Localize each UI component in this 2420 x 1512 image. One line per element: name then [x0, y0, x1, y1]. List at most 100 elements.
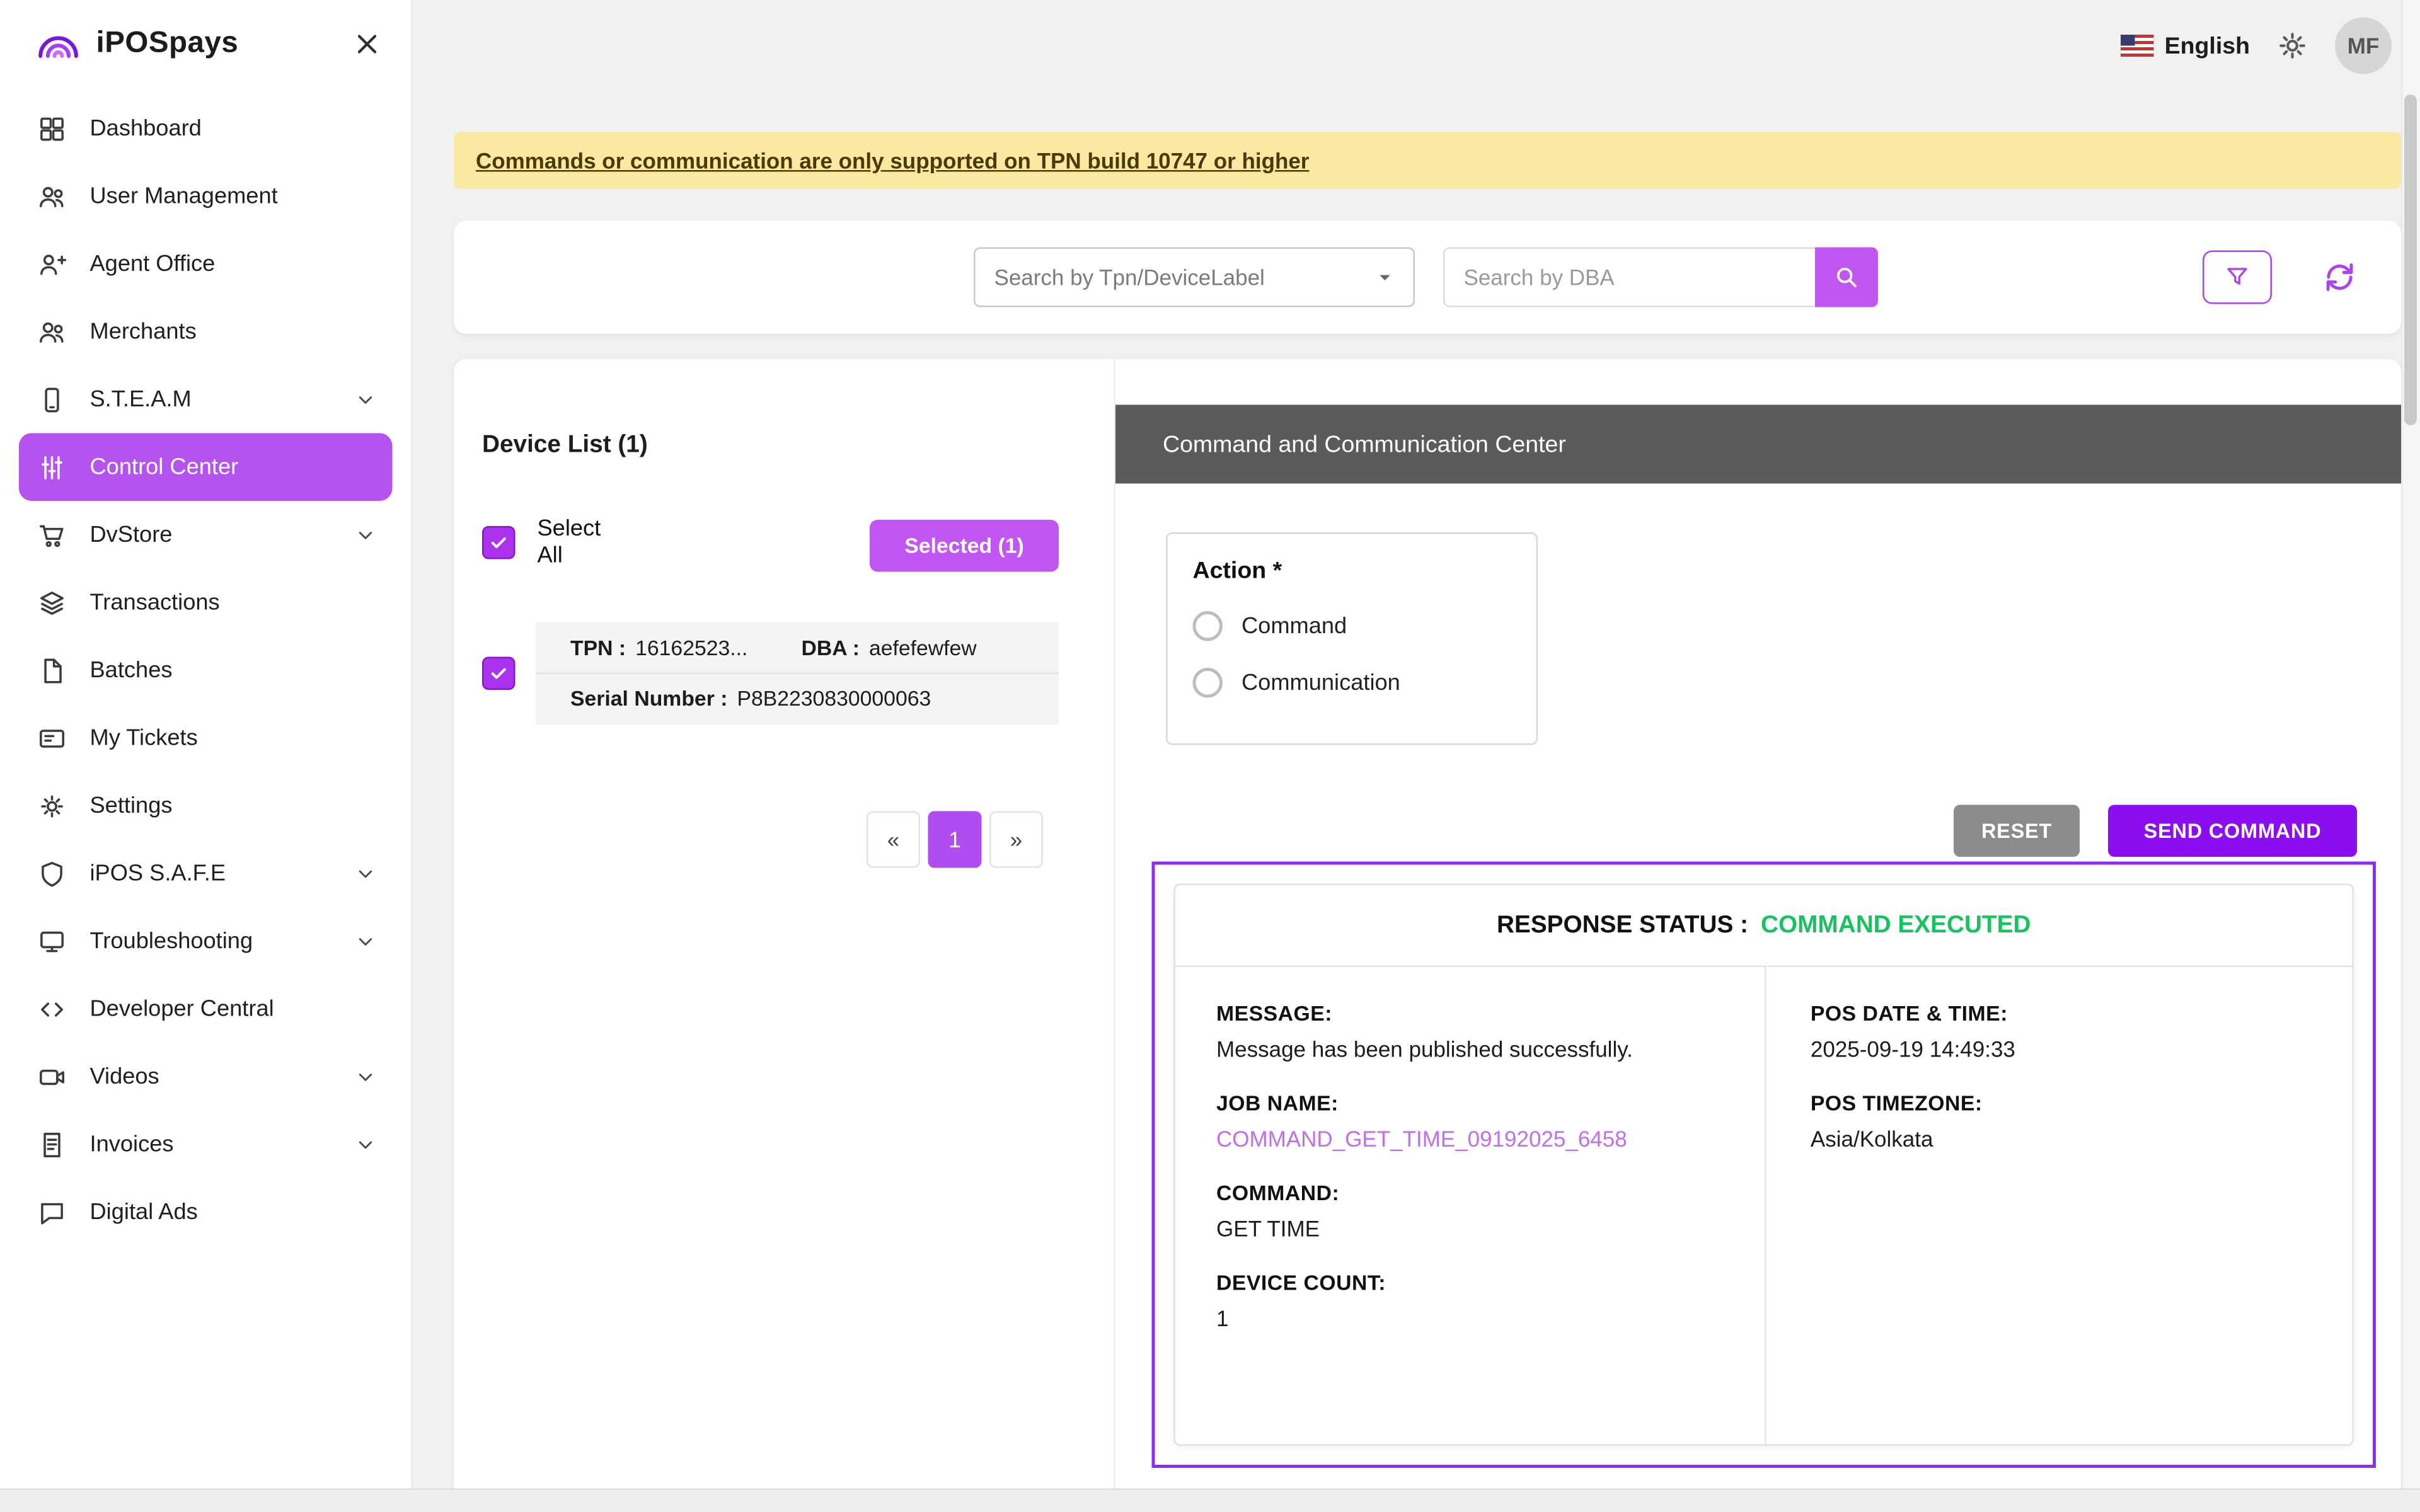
- command-center-title: Command and Communication Center: [1163, 431, 1566, 458]
- radio-row-command[interactable]: Command: [1193, 611, 1511, 641]
- pos-timezone-value: Asia/Kolkata: [1811, 1126, 2308, 1152]
- sidebar-item-dvstore[interactable]: DvStore: [19, 501, 393, 569]
- sidebar-item-steam[interactable]: S.T.E.A.M: [19, 365, 393, 433]
- monitor-icon: [35, 924, 69, 958]
- close-sidebar-button[interactable]: [349, 25, 386, 63]
- brand-name: iPOSpays: [96, 27, 239, 62]
- tpn-build-banner: Commands or communication are only suppo…: [454, 132, 2401, 189]
- sidebar-item-my-tickets[interactable]: My Tickets: [19, 704, 393, 772]
- command-center-header: Command and Communication Center: [1115, 405, 2401, 484]
- device-line-serial: Serial Number : P8B2230830000063: [536, 674, 1059, 724]
- sidebar-item-troubleshooting[interactable]: Troubleshooting: [19, 907, 393, 975]
- selected-count-button[interactable]: Selected (1): [870, 520, 1059, 572]
- topbar: English MF: [413, 0, 2420, 91]
- us-flag-icon: [2121, 35, 2154, 57]
- filter-button[interactable]: [2203, 251, 2272, 304]
- response-right-column: POS DATE & TIME: 2025-09-19 14:49:33 POS…: [1766, 967, 2353, 1445]
- pagination-prev-button[interactable]: «: [867, 811, 920, 868]
- message-label: MESSAGE:: [1216, 1002, 1724, 1026]
- merchants-icon: [35, 314, 69, 349]
- field-message: MESSAGE: Message has been published succ…: [1216, 1002, 1724, 1062]
- job-name-link[interactable]: COMMAND_GET_TIME_09192025_6458: [1216, 1126, 1724, 1152]
- avatar[interactable]: MF: [2335, 18, 2392, 74]
- device-count-label: DEVICE COUNT:: [1216, 1271, 1724, 1295]
- sidebar-item-agent-office[interactable]: Agent Office: [19, 230, 393, 298]
- radio-row-communication[interactable]: Communication: [1193, 668, 1511, 698]
- sidebar-item-ipos-safe[interactable]: iPOS S.A.F.E: [19, 840, 393, 908]
- vertical-scrollbar-thumb[interactable]: [2404, 94, 2417, 425]
- video-icon: [35, 1059, 69, 1094]
- sidebar-item-label: Transactions: [90, 590, 220, 615]
- sidebar-item-label: Agent Office: [90, 251, 216, 277]
- reset-button[interactable]: RESET: [1954, 805, 2080, 857]
- check-icon: [488, 532, 509, 553]
- pagination-page-1[interactable]: 1: [928, 811, 982, 868]
- radio-communication[interactable]: [1193, 668, 1223, 698]
- logo-arcs-icon: [32, 25, 85, 63]
- ticket-icon: [35, 721, 69, 755]
- message-value: Message has been published successfully.: [1216, 1036, 1724, 1062]
- tpn-search-dropdown[interactable]: Search by Tpn/DeviceLabel: [974, 248, 1415, 307]
- device-list-panel: Device List (1) Select All Selected (1) …: [454, 359, 1115, 1512]
- sidebar-item-label: iPOS S.A.F.E: [90, 861, 226, 886]
- filter-funnel-icon: [2223, 263, 2252, 292]
- sidebar-item-batches[interactable]: Batches: [19, 636, 393, 704]
- response-body: MESSAGE: Message has been published succ…: [1175, 967, 2353, 1445]
- command-value: GET TIME: [1216, 1216, 1724, 1241]
- avatar-initials: MF: [2348, 33, 2380, 59]
- horizontal-scrollbar[interactable]: [0, 1489, 2420, 1512]
- device-row: TPN : 16162523... DBA : aefefewfew Seria…: [482, 622, 1059, 725]
- tpn-label: TPN :: [570, 636, 626, 660]
- sidebar-item-dashboard[interactable]: Dashboard: [19, 94, 393, 163]
- gear-icon: [2275, 28, 2310, 63]
- refresh-icon: [2319, 257, 2360, 298]
- sidebar-item-label: Control Center: [90, 454, 239, 479]
- chat-icon: [35, 1194, 69, 1229]
- chevron-down-icon: [355, 1065, 377, 1087]
- refresh-button[interactable]: [2310, 248, 2370, 307]
- sidebar-item-settings[interactable]: Settings: [19, 772, 393, 840]
- check-icon: [488, 663, 509, 684]
- sidebar-item-user-management[interactable]: User Management: [19, 163, 393, 231]
- sidebar-item-control-center[interactable]: Control Center: [19, 433, 393, 501]
- users-icon: [35, 179, 69, 214]
- command-label: COMMAND:: [1216, 1181, 1724, 1205]
- pos-datetime-label: POS DATE & TIME:: [1811, 1002, 2308, 1026]
- device-checkbox[interactable]: [482, 657, 516, 690]
- sidebar-item-label: Troubleshooting: [90, 929, 253, 954]
- sidebar-item-merchants[interactable]: Merchants: [19, 298, 393, 366]
- sidebar-item-label: Developer Central: [90, 996, 274, 1021]
- chevron-down-icon: [355, 524, 377, 546]
- content-card: Device List (1) Select All Selected (1) …: [454, 359, 2401, 1512]
- pagination-next-button[interactable]: »: [989, 811, 1043, 868]
- sidebar-item-digital-ads[interactable]: Digital Ads: [19, 1178, 393, 1246]
- serial-value: P8B2230830000063: [737, 687, 931, 711]
- settings-gear-button[interactable]: [2275, 28, 2310, 63]
- pos-timezone-label: POS TIMEZONE:: [1811, 1092, 2308, 1116]
- response-left-column: MESSAGE: Message has been published succ…: [1175, 967, 1766, 1445]
- sidebar-item-invoices[interactable]: Invoices: [19, 1111, 393, 1179]
- sidebar-item-label: Invoices: [90, 1131, 174, 1157]
- chevron-down-icon: [1373, 265, 1398, 290]
- send-command-button[interactable]: SEND COMMAND: [2108, 805, 2357, 857]
- sidebar-item-label: Settings: [90, 793, 173, 818]
- device-info-box[interactable]: TPN : 16162523... DBA : aefefewfew Seria…: [536, 622, 1059, 725]
- vertical-scrollbar[interactable]: [2401, 0, 2420, 1489]
- sidebar-item-developer-central[interactable]: Developer Central: [19, 975, 393, 1043]
- language-selector[interactable]: English: [2121, 32, 2250, 59]
- mobile-icon: [35, 382, 69, 416]
- sidebar-item-transactions[interactable]: Transactions: [19, 569, 393, 637]
- banner-link[interactable]: Commands or communication are only suppo…: [476, 148, 1309, 173]
- radio-command[interactable]: [1193, 611, 1223, 641]
- search-button[interactable]: [1815, 248, 1878, 307]
- tpn-search-placeholder: Search by Tpn/DeviceLabel: [994, 265, 1265, 290]
- response-card: RESPONSE STATUS : COMMAND EXECUTED MESSA…: [1174, 884, 2354, 1446]
- dba-search-input[interactable]: [1443, 248, 1815, 307]
- field-command: COMMAND: GET TIME: [1216, 1181, 1724, 1241]
- gear-icon: [35, 788, 69, 823]
- select-all-checkbox[interactable]: [482, 526, 516, 559]
- radio-command-label: Command: [1242, 614, 1347, 639]
- invoice-icon: [35, 1127, 69, 1162]
- chevron-down-icon: [355, 862, 377, 885]
- sidebar-item-videos[interactable]: Videos: [19, 1043, 393, 1111]
